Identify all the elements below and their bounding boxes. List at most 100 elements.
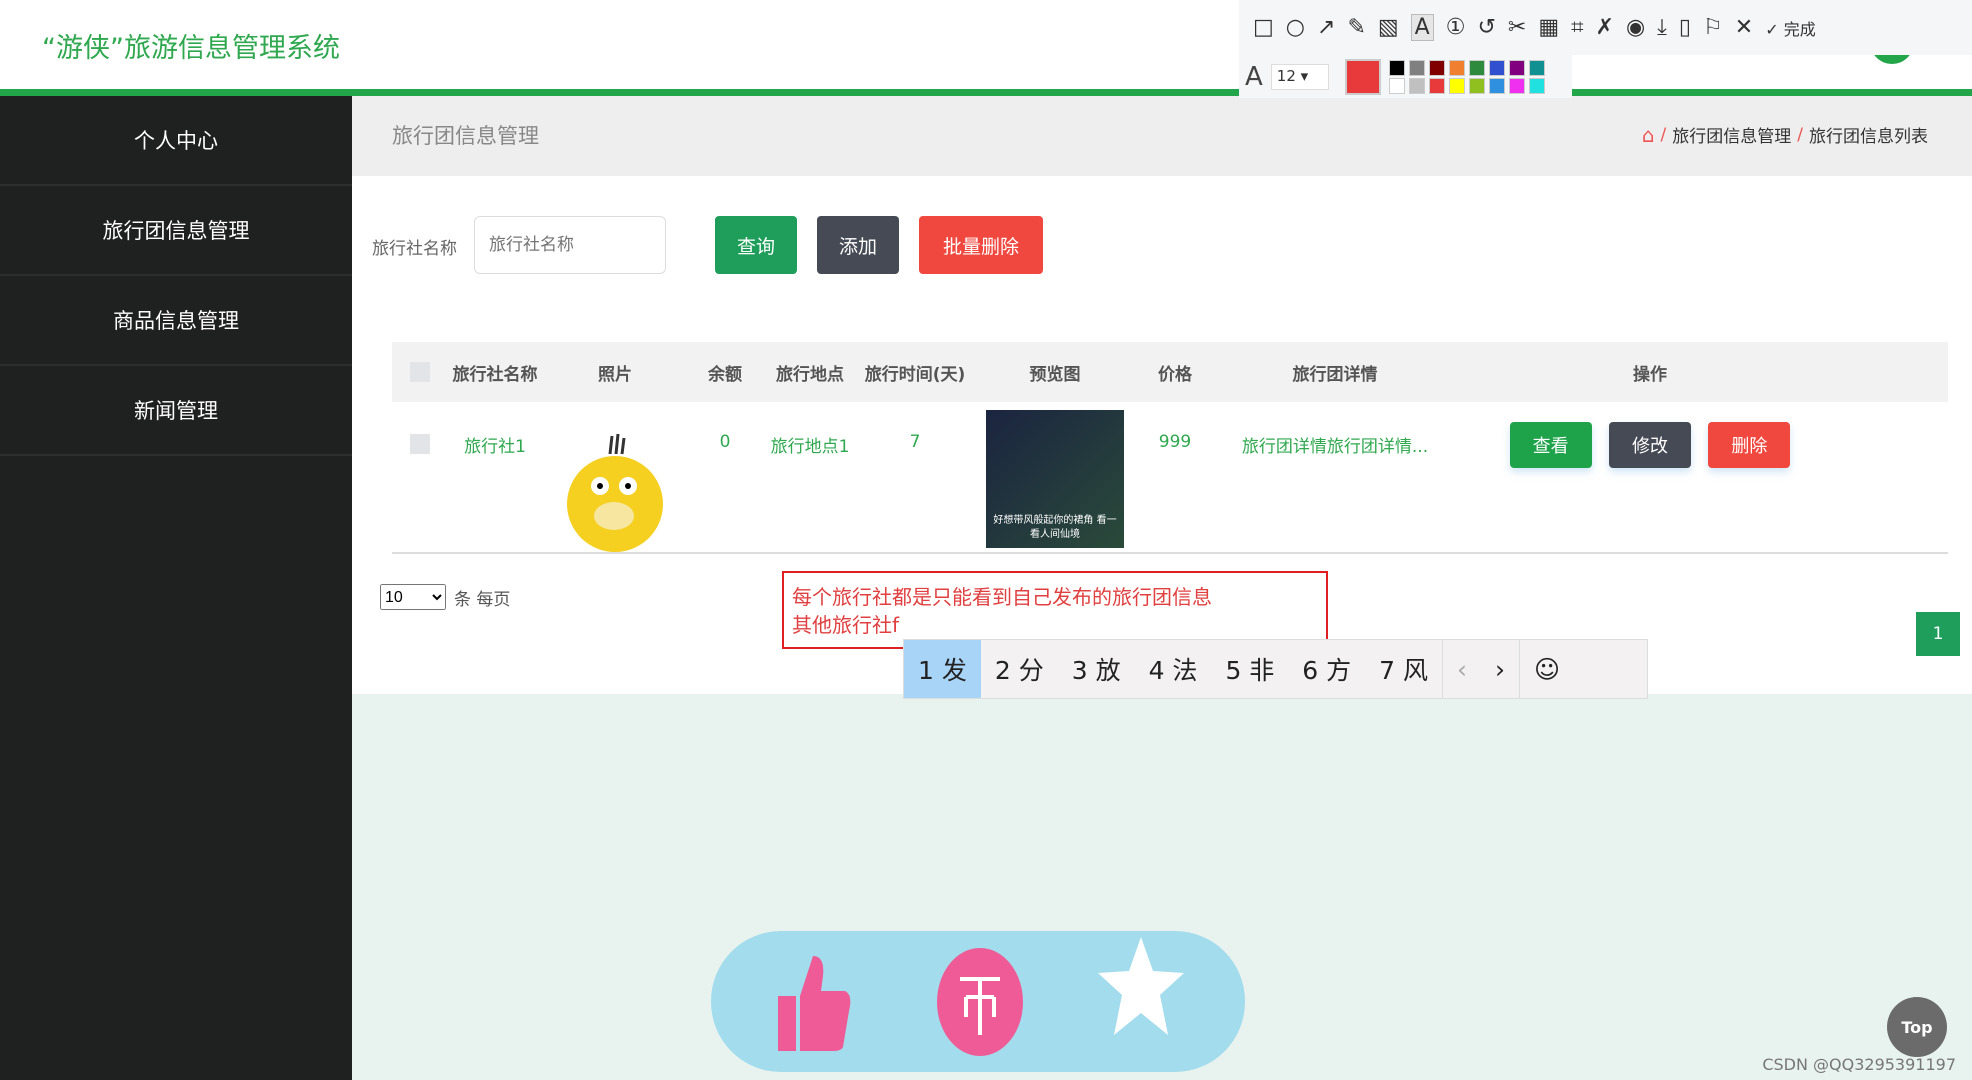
- color-swatch[interactable]: [1428, 77, 1445, 94]
- sidebar-item-personal[interactable]: 个人中心: [0, 96, 352, 186]
- circle-icon[interactable]: ○: [1286, 15, 1305, 40]
- ime-candidate[interactable]: 7 风: [1365, 640, 1442, 698]
- cell-detail: 旅行团详情旅行团详情...: [1241, 437, 1429, 457]
- column-header: 预览图: [1029, 364, 1081, 385]
- ime-candidate[interactable]: 3 放: [1058, 640, 1135, 698]
- font-icon: A: [1245, 61, 1263, 92]
- ime-candidate[interactable]: 4 法: [1135, 640, 1212, 698]
- ime-next-icon[interactable]: ›: [1481, 640, 1519, 698]
- watermark: CSDN @QQ3295391197: [1762, 1055, 1956, 1074]
- action-bubble: [711, 931, 1245, 1072]
- text-icon[interactable]: A: [1410, 14, 1434, 41]
- cell-days: 7: [909, 432, 921, 452]
- color-swatch[interactable]: [1468, 77, 1485, 94]
- view-button[interactable]: 查看: [1509, 422, 1592, 468]
- ime-candidate[interactable]: 5 非: [1211, 640, 1288, 698]
- done-button[interactable]: ✓ 完成: [1765, 16, 1816, 40]
- current-color-swatch[interactable]: [1344, 58, 1381, 95]
- home-icon[interactable]: ⌂: [1642, 123, 1655, 147]
- download-icon[interactable]: ⤓: [1657, 15, 1667, 40]
- done-label: 完成: [1783, 19, 1816, 39]
- column-header: 照片: [598, 364, 632, 385]
- search-input[interactable]: [474, 216, 666, 274]
- color-swatch[interactable]: [1528, 77, 1545, 94]
- color-swatch[interactable]: [1408, 59, 1425, 76]
- column-header: 旅行时间(天): [864, 364, 966, 385]
- record-icon[interactable]: ◉: [1626, 15, 1645, 40]
- close-icon[interactable]: ✕: [1735, 15, 1753, 40]
- sidebar-item-tour[interactable]: 旅行团信息管理: [0, 186, 352, 276]
- color-swatch[interactable]: [1508, 77, 1525, 94]
- color-swatch[interactable]: [1468, 59, 1485, 76]
- query-button[interactable]: 查询: [715, 216, 797, 274]
- undo-icon[interactable]: ↺: [1477, 15, 1495, 40]
- table-row: 旅行社1 0 旅行地点1 7 好想带风般起你的裙角 看一看人间仙境 999 旅行…: [392, 402, 1948, 554]
- column-header: 操作: [1633, 364, 1667, 385]
- batch-delete-button[interactable]: 批量删除: [919, 216, 1043, 274]
- phone-icon[interactable]: ▯: [1679, 15, 1691, 40]
- arrow-icon[interactable]: ↗: [1317, 15, 1335, 40]
- page-size-select[interactable]: 10: [380, 584, 446, 610]
- ime-candidate[interactable]: 1 发: [904, 640, 981, 698]
- delete-button[interactable]: 删除: [1708, 422, 1791, 468]
- annotation-line: 其他旅行社f: [792, 613, 900, 637]
- thumbs-up-icon[interactable]: [773, 951, 853, 1055]
- bookmark-icon[interactable]: ⚐: [1703, 15, 1723, 40]
- color-swatch[interactable]: [1508, 59, 1525, 76]
- column-header: 旅行团详情: [1292, 364, 1378, 385]
- color-swatch[interactable]: [1488, 59, 1505, 76]
- column-header: 价格: [1158, 364, 1192, 385]
- per-page-label: 条 每页: [454, 589, 511, 610]
- photo-image: [550, 402, 680, 557]
- cell-name: 旅行社1: [464, 437, 526, 457]
- pin-icon[interactable]: ✗: [1596, 15, 1614, 40]
- page-title: 旅行团信息管理: [392, 124, 539, 148]
- rectangle-icon[interactable]: □: [1253, 15, 1274, 40]
- edit-button[interactable]: 修改: [1609, 422, 1691, 468]
- translate-icon[interactable]: ▦: [1538, 15, 1559, 40]
- breadcrumb-item[interactable]: 旅行团信息管理: [1672, 122, 1791, 147]
- column-header: 余额: [708, 364, 742, 385]
- ime-candidate-bar: 1 发 2 分 3 放 4 法 5 非 6 方 7 风 ‹ › ☺: [903, 639, 1648, 699]
- ime-prev-icon[interactable]: ‹: [1442, 640, 1481, 698]
- color-swatch[interactable]: [1488, 77, 1505, 94]
- ime-candidate[interactable]: 2 分: [981, 640, 1058, 698]
- coin-icon[interactable]: [936, 947, 1024, 1057]
- preview-image: 好想带风般起你的裙角 看一看人间仙境: [980, 402, 1130, 548]
- annotation-toolbar: □ ○ ↗ ✎ ▧ A ① ↺ ✂ ▦ ⌗ ✗ ◉ ⤓ ▯ ⚐ ✕ ✓ 完成: [1239, 0, 1972, 55]
- number-icon[interactable]: ①: [1446, 15, 1466, 40]
- color-swatch[interactable]: [1408, 77, 1425, 94]
- sidebar: 个人中心 旅行团信息管理 商品信息管理 新闻管理: [0, 96, 352, 1080]
- color-swatch[interactable]: [1448, 77, 1465, 94]
- table-header: 旅行社名称 照片 余额 旅行地点 旅行时间(天) 预览图 价格 旅行团详情 操作: [392, 342, 1948, 402]
- color-swatch[interactable]: [1428, 59, 1445, 76]
- row-checkbox[interactable]: [410, 434, 430, 454]
- add-button[interactable]: 添加: [817, 216, 899, 274]
- color-swatch[interactable]: [1388, 77, 1405, 94]
- color-swatch[interactable]: [1448, 59, 1465, 76]
- font-size-value: 12: [1276, 66, 1296, 85]
- sidebar-item-news[interactable]: 新闻管理: [0, 366, 352, 456]
- back-to-top-button[interactable]: Top: [1887, 997, 1947, 1057]
- pencil-icon[interactable]: ✎: [1347, 15, 1365, 40]
- annotation-textbox[interactable]: 每个旅行社都是只能看到自己发布的旅行团信息 其他旅行社f: [782, 571, 1328, 649]
- ime-emoji-icon[interactable]: ☺: [1519, 640, 1574, 698]
- column-header: 旅行社名称: [452, 364, 538, 385]
- breadcrumb-separator: /: [1660, 124, 1667, 145]
- scissors-icon[interactable]: ✂: [1508, 15, 1526, 40]
- star-icon[interactable]: [1096, 935, 1186, 1039]
- color-swatch[interactable]: [1528, 59, 1545, 76]
- ime-candidate[interactable]: 6 方: [1288, 640, 1365, 698]
- app-title: “游侠”旅游信息管理系统: [42, 33, 340, 64]
- page-size: 10 条 每页: [380, 584, 510, 610]
- page-1-button[interactable]: 1: [1916, 612, 1960, 656]
- data-table: 旅行社名称 照片 余额 旅行地点 旅行时间(天) 预览图 价格 旅行团详情 操作…: [392, 342, 1948, 554]
- sidebar-item-goods[interactable]: 商品信息管理: [0, 276, 352, 366]
- mosaic-icon[interactable]: ▧: [1378, 15, 1399, 40]
- cell-price: 999: [1158, 432, 1192, 452]
- color-swatch[interactable]: [1388, 59, 1405, 76]
- ocr-icon[interactable]: ⌗: [1571, 15, 1583, 40]
- breadcrumb-separator: /: [1797, 124, 1803, 145]
- select-all-checkbox[interactable]: [410, 362, 430, 382]
- font-size-select[interactable]: 12 ▾: [1270, 63, 1329, 90]
